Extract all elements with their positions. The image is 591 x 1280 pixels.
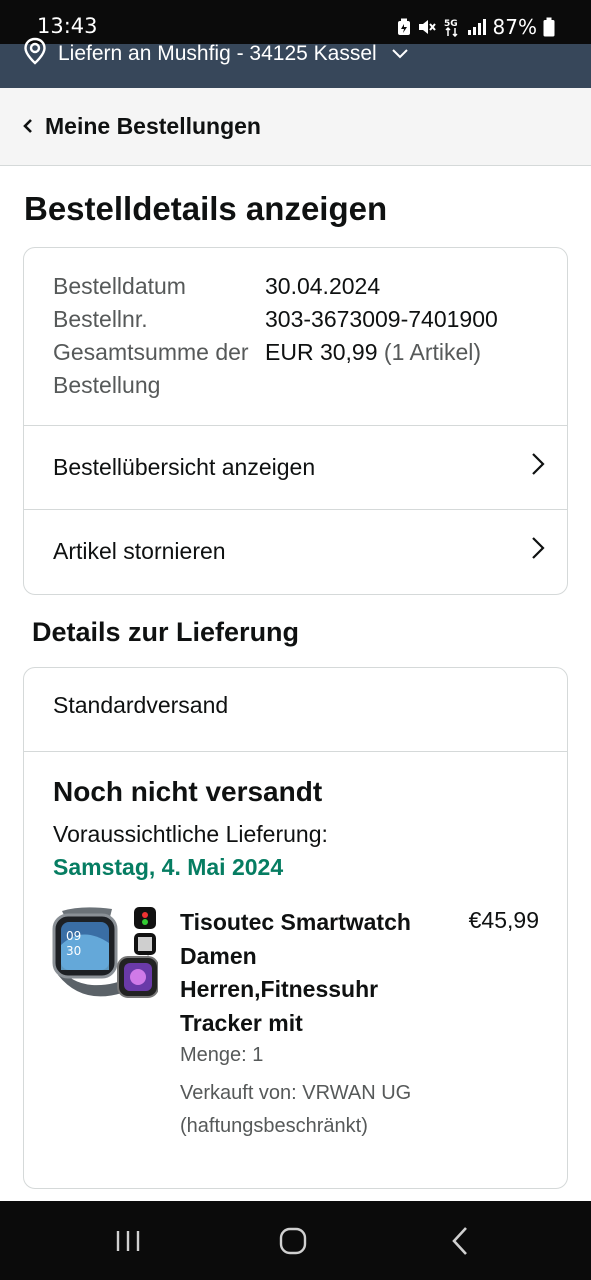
back-link-label: Meine Bestellungen [45,113,261,139]
deliver-to-label: Liefern an Mushfig - 34125 Kassel [58,42,377,65]
product-title[interactable]: Tisoutec Smartwatch Damen Herren,Fitness… [180,906,430,1040]
order-info: Bestelldatum 30.04.2024 Bestellnr. 303-3… [53,270,547,402]
back-to-orders-link[interactable]: Meine Bestellungen [22,113,261,140]
status-icons: 5G 87% [397,15,555,39]
location-pin-icon [22,37,48,71]
order-total-value-wrap: EUR 30,99 (1 Artikel) [265,336,481,402]
battery-saver-icon [397,18,411,36]
status-time: 13:43 [37,14,98,38]
order-total-value: EUR 30,99 [265,339,378,365]
status-bar: 13:43 5G 87% [0,0,591,44]
expected-delivery-label: Voraussichtliche Lieferung: [53,821,328,847]
signal-icon [467,18,487,36]
recent-apps-button[interactable] [108,1223,148,1259]
page-title: Bestelldetails anzeigen [24,190,388,227]
order-date-value: 30.04.2024 [265,273,381,299]
home-button[interactable] [273,1223,313,1259]
shipment-status: Noch nicht versandt [53,776,323,807]
back-button[interactable] [440,1223,480,1259]
cancel-items-label: Artikel stornieren [53,537,226,564]
order-total-items: (1 Artikel) [383,339,482,365]
chevron-left-icon [22,113,33,140]
shipping-method: Standardversand [53,692,229,718]
order-number-row: Bestellnr. 303-3673009-7401900 [53,303,547,336]
product-price: €45,99 [468,907,539,933]
system-navigation-bar [0,1201,591,1280]
view-order-summary-link[interactable]: Bestellübersicht anzeigen [24,425,567,509]
product-quantity: Menge: 1 [180,1044,264,1066]
view-order-summary-label: Bestellübersicht anzeigen [53,453,316,480]
delivery-card: Standardversand Noch nicht versandt Vora… [23,667,568,1189]
order-total-row: Gesamtsumme der Bestellung EUR 30,99 (1 … [53,336,547,402]
home-icon [279,1227,307,1255]
mute-icon [417,18,437,36]
order-date-row: Bestelldatum 30.04.2024 [53,270,547,303]
svg-text:09: 09 [66,929,81,943]
svg-text:5G: 5G [444,19,458,29]
svg-text:30: 30 [66,944,81,958]
divider [24,751,567,752]
order-summary-card: Bestelldatum 30.04.2024 Bestellnr. 303-3… [23,247,568,595]
delivery-section-title: Details zur Lieferung [32,617,300,647]
back-navigation-bar: Meine Bestellungen [0,88,591,166]
back-icon [452,1227,467,1255]
deliver-to-bar[interactable]: Liefern an Mushfig - 34125 Kassel [0,37,591,88]
order-number-value: 303-3673009-7401900 [265,306,498,332]
chevron-down-icon [391,42,409,66]
5g-icon: 5G [443,17,461,37]
cancel-items-link[interactable]: Artikel stornieren [24,509,567,593]
expected-delivery-date: Samstag, 4. Mai 2024 [53,854,284,880]
battery-percent: 87% [492,15,537,39]
order-total-label: Gesamtsumme der Bestellung [53,339,249,398]
battery-icon [543,17,555,37]
product-image[interactable]: 09 30 [52,905,159,1009]
chevron-right-icon [531,536,545,566]
recent-apps-icon [116,1231,140,1251]
order-number-label: Bestellnr. [53,306,148,332]
product-seller: Verkauft von: VRWAN UG (haftungsbeschrän… [180,1082,412,1137]
chevron-right-icon [531,452,545,482]
order-date-label: Bestelldatum [53,273,186,299]
